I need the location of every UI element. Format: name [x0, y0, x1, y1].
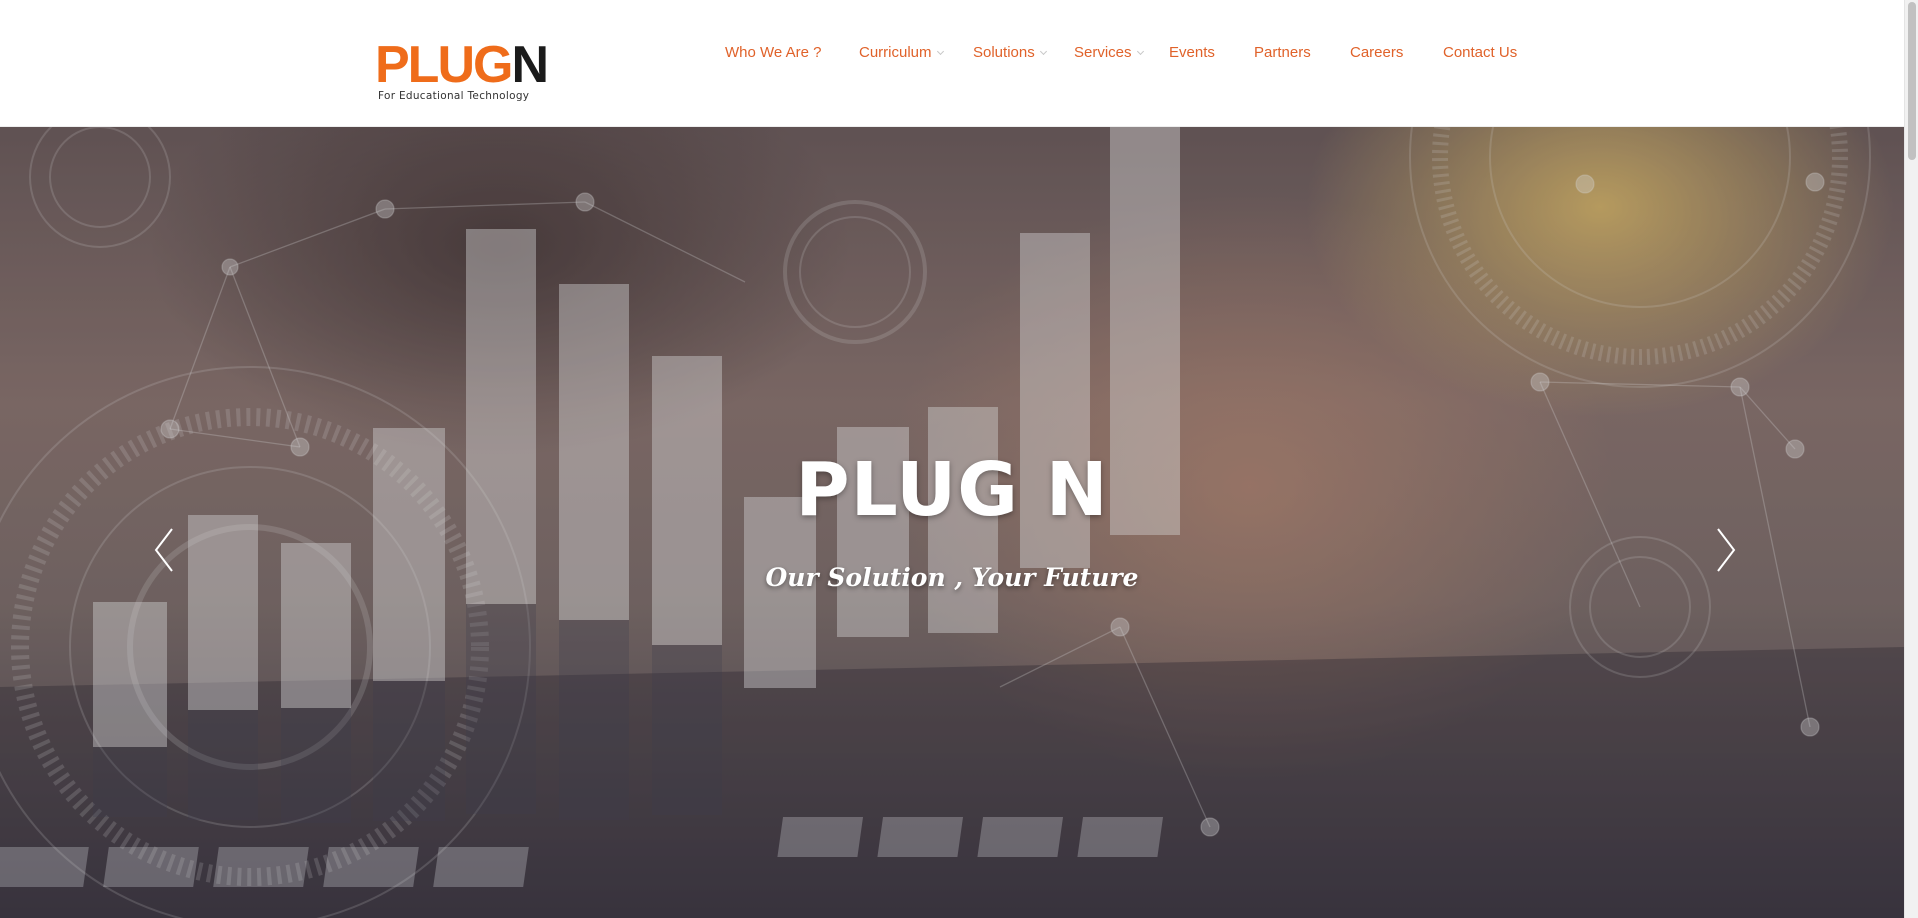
chevron-down-icon — [1039, 47, 1047, 56]
nav-item-services[interactable]: Services — [1074, 44, 1144, 61]
hero-slider: PLUG N Our Solution , Your Future — [0, 127, 1904, 918]
nav-item-who-we-are[interactable]: Who We Are ? — [725, 44, 821, 61]
nav-item-events[interactable]: Events — [1169, 44, 1215, 61]
hero-title: PLUG N — [795, 447, 1109, 533]
scrollbar-thumb[interactable] — [1908, 2, 1916, 160]
nav-item-partners[interactable]: Partners — [1254, 44, 1311, 61]
nav-item-label: Solutions — [973, 44, 1035, 61]
nav-item-label: Services — [1074, 44, 1132, 61]
main-navigation: Who We Are ? Curriculum Solutions Servic… — [0, 44, 1904, 66]
nav-item-solutions[interactable]: Solutions — [973, 44, 1047, 61]
nav-item-contact-us[interactable]: Contact Us — [1443, 44, 1517, 61]
chevron-left-icon — [154, 528, 173, 572]
nav-item-label: Curriculum — [859, 44, 932, 61]
slider-next-button[interactable] — [1710, 525, 1740, 575]
nav-item-curriculum[interactable]: Curriculum — [859, 44, 944, 61]
logo-tagline: For Educational Technology — [378, 90, 530, 102]
chevron-down-icon — [936, 47, 944, 56]
chevron-right-icon — [1717, 528, 1736, 572]
page-scrollbar[interactable] — [1904, 0, 1918, 918]
chevron-down-icon — [1136, 47, 1144, 56]
site-header: PLUG N For Educational Technology Who We … — [0, 0, 1904, 127]
nav-item-careers[interactable]: Careers — [1350, 44, 1403, 61]
hero-subtitle: Our Solution , Your Future — [765, 563, 1139, 592]
slider-prev-button[interactable] — [150, 525, 180, 575]
